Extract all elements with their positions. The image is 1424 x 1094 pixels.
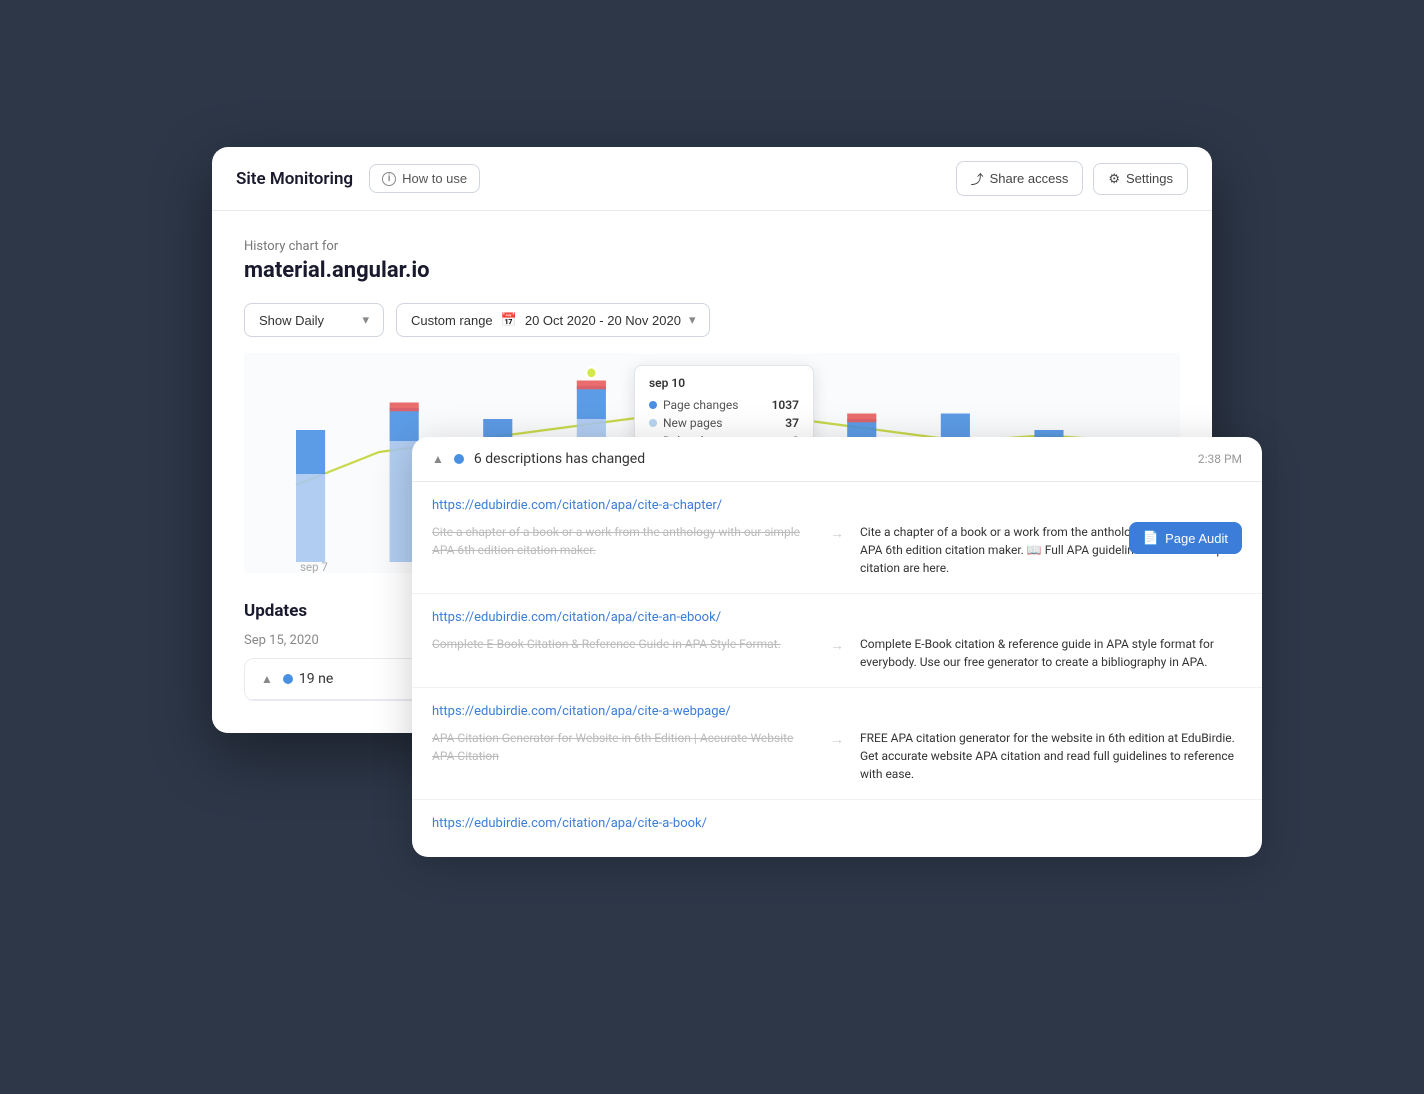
panel-content-row-3: APA Citation Generator for Website in 6t… xyxy=(432,729,1242,783)
gear-icon: ⚙ xyxy=(1108,171,1120,187)
arrow-icon-3: → xyxy=(830,731,844,748)
share-access-button[interactable]: ⤴ Share access xyxy=(956,161,1084,196)
panel-header: ▲ 6 descriptions has changed 2:38 PM xyxy=(412,437,1262,482)
panel-item-1: https://edubirdie.com/citation/apa/cite-… xyxy=(412,482,1262,594)
how-to-button[interactable]: i How to use xyxy=(369,164,480,193)
chevron-up-icon[interactable]: ▲ xyxy=(261,672,273,686)
tooltip-label-1: Page changes xyxy=(663,398,738,412)
calendar-icon: 📅 xyxy=(501,312,517,328)
panel-item-4: https://edubirdie.com/citation/apa/cite-… xyxy=(412,800,1262,857)
tooltip-row-2: New pages 37 xyxy=(649,416,799,430)
panel-chevron-up-icon[interactable]: ▲ xyxy=(432,452,444,466)
info-icon: i xyxy=(382,172,396,186)
history-label: History chart for xyxy=(244,239,1180,254)
header-left: Site Monitoring i How to use xyxy=(236,164,480,193)
date-range-button[interactable]: Custom range 📅 20 Oct 2020 - 20 Nov 2020… xyxy=(396,303,710,337)
chevron-down-icon-2: ▾ xyxy=(689,312,696,328)
panel-item-3: https://edubirdie.com/citation/apa/cite-… xyxy=(412,688,1262,800)
tooltip-dot-2 xyxy=(649,419,657,427)
x-axis-label: sep 7 xyxy=(300,559,328,573)
settings-button[interactable]: ⚙ Settings xyxy=(1093,163,1188,195)
panel-item-2: https://edubirdie.com/citation/apa/cite-… xyxy=(412,594,1262,688)
tooltip-dot-1 xyxy=(649,401,657,409)
tooltip-date: sep 10 xyxy=(649,376,799,390)
panel-url-1[interactable]: https://edubirdie.com/citation/apa/cite-… xyxy=(432,498,1242,513)
panel-url-2[interactable]: https://edubirdie.com/citation/apa/cite-… xyxy=(432,610,1242,625)
share-icon: ⤴ xyxy=(971,169,984,188)
header-right: ⤴ Share access ⚙ Settings xyxy=(956,161,1188,196)
panel-badge-dot xyxy=(454,454,464,464)
app-title: Site Monitoring xyxy=(236,169,353,189)
arrow-icon-2: → xyxy=(830,637,844,654)
panel-old-text-1: Cite a chapter of a book or a work from … xyxy=(432,523,814,559)
panel-old-text-3: APA Citation Generator for Website in 6t… xyxy=(432,729,814,765)
panel-url-4[interactable]: https://edubirdie.com/citation/apa/cite-… xyxy=(432,816,1242,831)
badge-dot xyxy=(283,674,293,684)
site-name: material.angular.io xyxy=(244,258,1180,283)
panel-time: 2:38 PM xyxy=(1198,452,1242,466)
page-audit-button[interactable]: 📄 Page Audit xyxy=(1129,522,1242,554)
chart-controls: Show Daily ▾ Custom range 📅 20 Oct 2020 … xyxy=(244,303,1180,337)
panel-content-row-2: Complete E-Book Citation & Reference Gui… xyxy=(432,635,1242,671)
chevron-down-icon: ▾ xyxy=(362,312,369,328)
panel-content-row-1: Cite a chapter of a book or a work from … xyxy=(432,523,1242,577)
panel-new-text-2: Complete E-Book citation & reference gui… xyxy=(860,635,1242,671)
update-group-title: 19 ne xyxy=(299,671,333,687)
tooltip-val-2: 37 xyxy=(785,416,799,430)
tooltip-val-1: 1037 xyxy=(772,398,799,412)
show-daily-dropdown[interactable]: Show Daily ▾ xyxy=(244,303,384,337)
tooltip-row-1: Page changes 1037 xyxy=(649,398,799,412)
document-icon: 📄 xyxy=(1143,530,1159,546)
panel-title: 6 descriptions has changed xyxy=(474,451,1188,467)
arrow-icon-1: → xyxy=(830,525,844,542)
app-header: Site Monitoring i How to use ⤴ Share acc… xyxy=(212,147,1212,211)
panel-new-text-3: FREE APA citation generator for the webs… xyxy=(860,729,1242,783)
changes-panel-overlay: ▲ 6 descriptions has changed 2:38 PM htt… xyxy=(412,437,1262,857)
panel-old-text-2: Complete E-Book Citation & Reference Gui… xyxy=(432,635,814,653)
panel-url-3[interactable]: https://edubirdie.com/citation/apa/cite-… xyxy=(432,704,1242,719)
tooltip-label-2: New pages xyxy=(663,416,722,430)
